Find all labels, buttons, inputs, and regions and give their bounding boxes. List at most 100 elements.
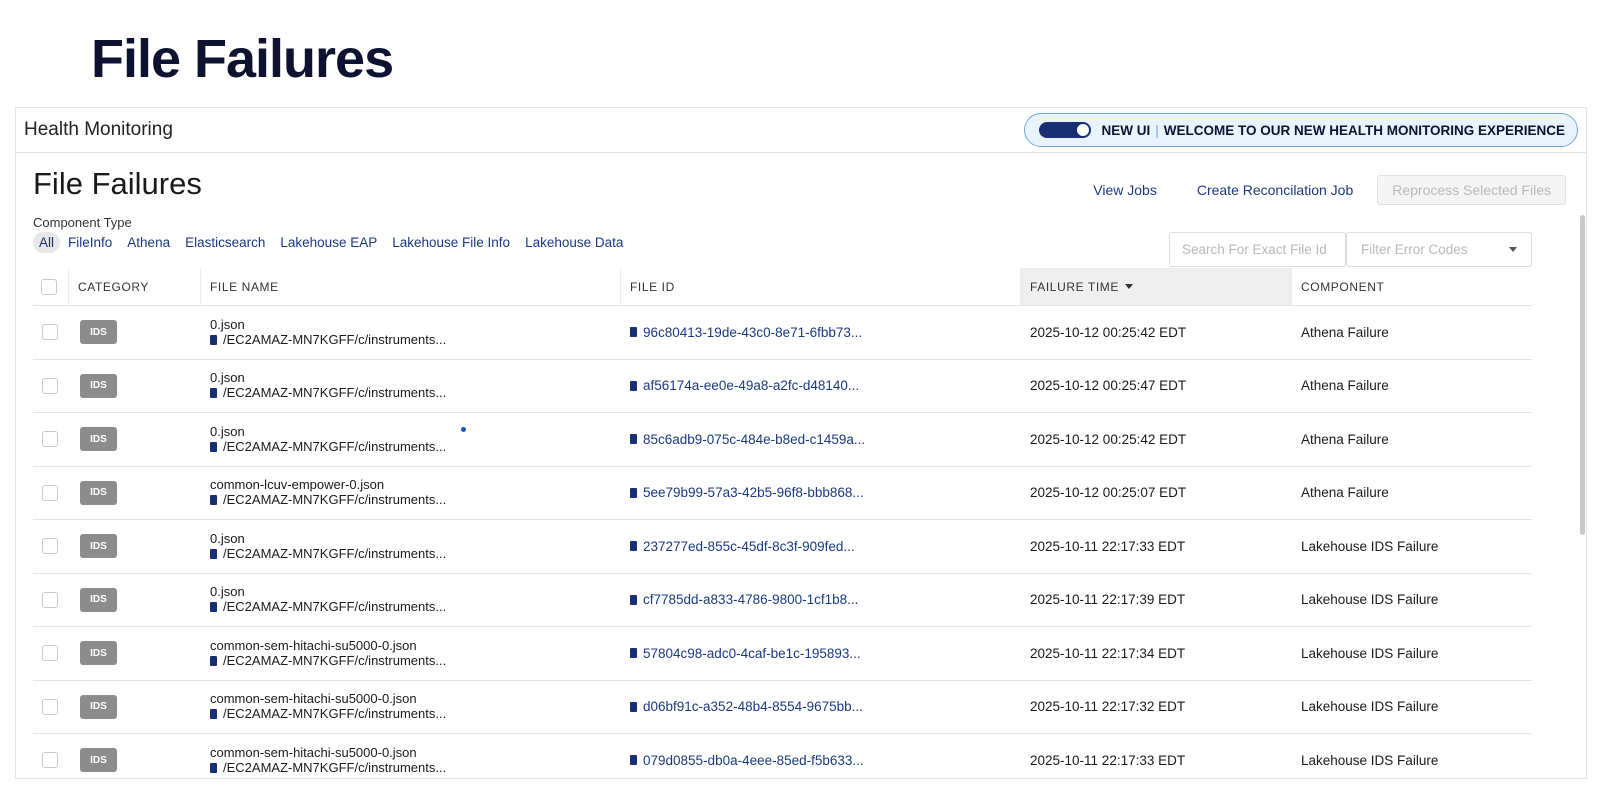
header-file-id[interactable]: FILE ID <box>621 268 1021 305</box>
component: Lakehouse IDS Failure <box>1301 592 1439 608</box>
vertical-scrollbar[interactable] <box>1580 215 1585 535</box>
component: Lakehouse IDS Failure <box>1301 752 1439 768</box>
file-icon <box>630 327 637 338</box>
file-id-link[interactable]: af56174a-ee0e-49a8-a2fc-d48140... <box>630 378 859 393</box>
failure-time: 2025-10-11 22:17:34 EDT <box>1030 645 1186 661</box>
failure-time: 2025-10-11 22:17:33 EDT <box>1030 752 1186 768</box>
failure-time: 2025-10-12 00:25:42 EDT <box>1030 431 1187 447</box>
file-id-text: 57804c98-adc0-4caf-be1c-195893... <box>643 645 861 661</box>
app-name: Health Monitoring <box>24 119 173 140</box>
search-file-id-input[interactable]: Search For Exact File Id <box>1169 232 1346 267</box>
component: Athena Failure <box>1301 485 1389 501</box>
slide-title: File Failures <box>91 29 394 89</box>
file-id-text: d06bf91c-a352-48b4-8554-9675bb... <box>643 699 863 715</box>
file-icon <box>210 388 217 399</box>
category-badge: IDS <box>80 480 117 505</box>
file-id-text: 96c80413-19de-43c0-8e71-6fbb73... <box>643 324 863 340</box>
file-id-link[interactable]: cf7785dd-a833-4786-9800-1cf1b8... <box>630 592 858 607</box>
file-id-link[interactable]: 237277ed-855c-45df-8c3f-909fed... <box>630 539 855 554</box>
file-icon <box>630 541 637 552</box>
row-checkbox[interactable] <box>42 538 58 555</box>
file-path: /EC2AMAZ-MN7KGFF/c/instruments... <box>223 706 447 722</box>
row-checkbox[interactable] <box>42 698 58 715</box>
row-checkbox[interactable] <box>42 752 58 769</box>
file-path: /EC2AMAZ-MN7KGFF/c/instruments... <box>223 385 447 401</box>
file-path: /EC2AMAZ-MN7KGFF/c/instruments... <box>223 545 447 561</box>
app-header: Health Monitoring NEW UI | WELCOME TO OU… <box>16 108 1586 153</box>
filter-lakehouse-eap[interactable]: Lakehouse EAP <box>280 235 377 250</box>
filter-elasticsearch[interactable]: Elasticsearch <box>185 235 265 250</box>
file-id-text: cf7785dd-a833-4786-9800-1cf1b8... <box>643 592 859 608</box>
component: Athena Failure <box>1301 378 1389 394</box>
header-failure-time-label: FAILURE TIME <box>1030 279 1119 294</box>
banner-separator: | <box>1155 122 1159 138</box>
file-id-link[interactable]: 96c80413-19de-43c0-8e71-6fbb73... <box>630 325 862 340</box>
row-checkbox[interactable] <box>42 645 58 662</box>
component-type-label: Component Type <box>33 215 132 230</box>
file-id-text: 85c6adb9-075c-484e-b8ed-c1459a... <box>643 431 866 447</box>
cursor-dot-icon <box>461 427 466 432</box>
file-icon <box>210 334 217 345</box>
create-reconciliation-job-link[interactable]: Create Reconcilation Job <box>1197 182 1353 198</box>
file-id-text: 5ee79b99-57a3-42b5-96f8-bbb868... <box>643 485 864 501</box>
table-row: IDS common-sem-hitachi-su5000-0.json/EC2… <box>33 734 1532 778</box>
file-icon <box>630 648 637 659</box>
file-name: 0.json <box>210 423 245 439</box>
file-name: 0.json <box>210 530 245 546</box>
file-id-link[interactable]: 57804c98-adc0-4caf-be1c-195893... <box>630 646 861 661</box>
file-id-link[interactable]: 079d0855-db0a-4eee-85ed-f5b633... <box>630 753 864 768</box>
file-path: /EC2AMAZ-MN7KGFF/c/instruments... <box>223 331 447 347</box>
page-title: File Failures <box>33 166 202 201</box>
new-ui-label: NEW UI <box>1101 122 1151 138</box>
table-row: IDS common-lcuv-empower-0.json/EC2AMAZ-M… <box>33 467 1532 520</box>
toggle-knob-icon <box>1077 124 1090 136</box>
failure-time: 2025-10-11 22:17:33 EDT <box>1030 538 1186 554</box>
header-component[interactable]: COMPONENT <box>1292 268 1532 305</box>
file-icon <box>210 441 217 452</box>
table-row: IDS 0.json/EC2AMAZ-MN7KGFF/c/instruments… <box>33 360 1532 413</box>
filter-error-codes-select[interactable]: Filter Error Codes <box>1346 232 1532 267</box>
file-icon <box>210 548 217 559</box>
failure-time: 2025-10-12 00:25:07 EDT <box>1030 485 1187 501</box>
row-checkbox[interactable] <box>42 377 58 394</box>
reprocess-selected-files-button[interactable]: Reprocess Selected Files <box>1377 175 1566 205</box>
file-id-link[interactable]: d06bf91c-a352-48b4-8554-9675bb... <box>630 699 863 714</box>
file-icon <box>210 495 217 506</box>
header-file-name[interactable]: FILE NAME <box>201 268 621 305</box>
new-ui-banner: NEW UI | WELCOME TO OUR NEW HEALTH MONIT… <box>1024 113 1578 147</box>
file-path: /EC2AMAZ-MN7KGFF/c/instruments... <box>223 599 447 615</box>
file-id-link[interactable]: 85c6adb9-075c-484e-b8ed-c1459a... <box>630 432 865 447</box>
category-badge: IDS <box>80 641 117 666</box>
row-checkbox[interactable] <box>42 431 58 448</box>
file-name: 0.json <box>210 370 245 386</box>
filter-error-codes-placeholder: Filter Error Codes <box>1361 242 1468 257</box>
row-checkbox[interactable] <box>42 484 58 501</box>
row-checkbox[interactable] <box>42 324 58 341</box>
file-failures-table: CATEGORY FILE NAME FILE ID FAILURE TIME … <box>33 268 1532 778</box>
sort-desc-icon <box>1125 284 1133 289</box>
file-name: 0.json <box>210 316 245 332</box>
filter-lakehouse-file-info[interactable]: Lakehouse File Info <box>392 235 510 250</box>
header-category[interactable]: CATEGORY <box>69 268 201 305</box>
table-row: IDS 0.json/EC2AMAZ-MN7KGFF/c/instruments… <box>33 306 1532 360</box>
component: Athena Failure <box>1301 324 1389 340</box>
row-checkbox[interactable] <box>42 591 58 608</box>
file-icon <box>630 380 637 391</box>
file-id-text: 237277ed-855c-45df-8c3f-909fed... <box>643 538 855 554</box>
filter-athena[interactable]: Athena <box>127 235 170 250</box>
file-icon <box>210 655 217 666</box>
select-all-checkbox[interactable] <box>41 278 57 295</box>
file-id-text: 079d0855-db0a-4eee-85ed-f5b633... <box>643 752 864 768</box>
new-ui-toggle[interactable] <box>1039 122 1092 138</box>
filter-lakehouse-data[interactable]: Lakehouse Data <box>525 235 623 250</box>
health-monitoring-app: Health Monitoring NEW UI | WELCOME TO OU… <box>15 107 1587 779</box>
file-id-link[interactable]: 5ee79b99-57a3-42b5-96f8-bbb868... <box>630 485 864 500</box>
failure-time: 2025-10-12 00:25:42 EDT <box>1030 324 1187 340</box>
header-failure-time[interactable]: FAILURE TIME <box>1021 268 1292 305</box>
table-row: IDS 0.json/EC2AMAZ-MN7KGFF/c/instruments… <box>33 520 1532 574</box>
file-icon <box>630 487 637 498</box>
filter-fileinfo[interactable]: FileInfo <box>68 235 112 250</box>
category-badge: IDS <box>80 748 117 773</box>
filter-all[interactable]: All <box>33 232 61 253</box>
view-jobs-link[interactable]: View Jobs <box>1093 182 1157 198</box>
